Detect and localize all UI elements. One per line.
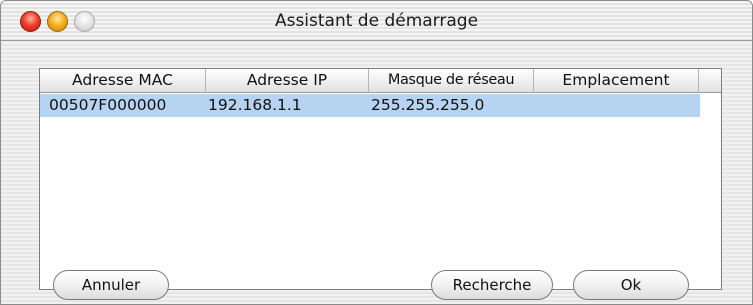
cancel-button[interactable]: Annuler [53, 270, 169, 300]
cell-ip: 192.168.1.1 [208, 96, 302, 114]
table-row[interactable]: 00507F000000 192.168.1.1 255.255.255.0 [40, 94, 700, 117]
column-header-corner [699, 69, 721, 93]
cell-mac: 00507F000000 [49, 96, 167, 114]
column-header-ip[interactable]: Adresse IP [206, 69, 369, 93]
device-table: Adresse MAC Adresse IP Masque de réseau … [39, 68, 722, 290]
column-header-mask[interactable]: Masque de réseau [369, 69, 534, 93]
column-header-mac[interactable]: Adresse MAC [40, 69, 206, 93]
ok-button[interactable]: Ok [573, 270, 689, 300]
column-header-location[interactable]: Emplacement [534, 69, 699, 93]
cell-location [534, 94, 700, 117]
dialog-content: Adresse MAC Adresse IP Masque de réseau … [1, 42, 752, 304]
title-bar[interactable]: Assistant de démarrage [1, 1, 752, 41]
window-title: Assistant de démarrage [274, 11, 479, 31]
cell-mask: 255.255.255.0 [371, 96, 485, 114]
search-button[interactable]: Recherche [431, 270, 553, 300]
table-header: Adresse MAC Adresse IP Masque de réseau … [40, 69, 721, 93]
dialog-window: Assistant de démarrage Adresse MAC Adres… [0, 0, 753, 305]
